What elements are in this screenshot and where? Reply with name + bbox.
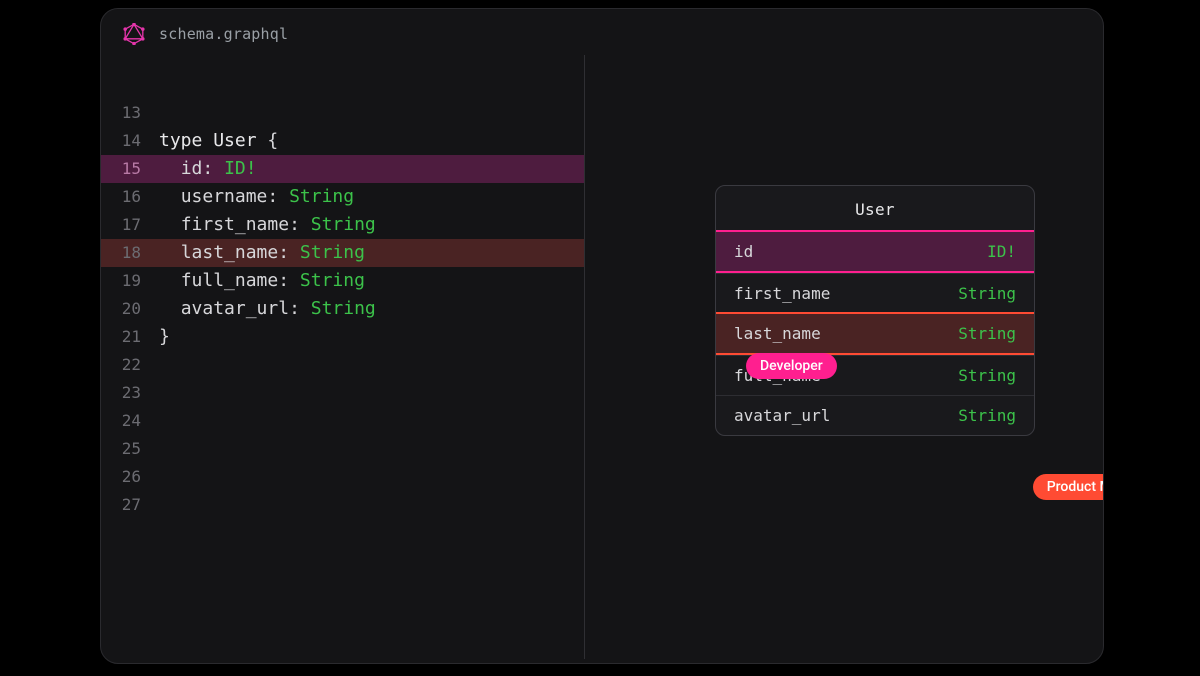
code-line[interactable]: 18 last_name: String <box>101 239 584 267</box>
line-number: 16 <box>101 183 159 211</box>
schema-field-type: String <box>958 406 1016 425</box>
code-line[interactable]: 16 username: String <box>101 183 584 211</box>
schema-field-row[interactable]: avatar_url String <box>716 395 1034 435</box>
cursor-badge-product-manager: Product Manager <box>1033 474 1104 500</box>
schema-card: Developer Product Manager User idID!firs… <box>715 185 1035 436</box>
line-number: 22 <box>101 351 159 379</box>
schema-field-name: first_name <box>734 284 830 303</box>
schema-field-name: last_name <box>734 324 821 343</box>
line-number: 18 <box>101 239 159 267</box>
line-number: 25 <box>101 435 159 463</box>
code-content[interactable]: last_name: String <box>159 239 365 267</box>
code-content[interactable]: first_name: String <box>159 211 376 239</box>
code-line[interactable]: 27 <box>101 491 584 519</box>
file-name: schema.graphql <box>159 25 288 43</box>
editor-window: schema.graphql 1314type User {15 id: ID!… <box>100 8 1104 664</box>
preview-pane: Developer Product Manager User id ID! firs… <box>585 55 1103 659</box>
code-line[interactable]: 14type User { <box>101 127 584 155</box>
code-line[interactable]: 24 <box>101 407 584 435</box>
code-content[interactable]: full_name: String <box>159 267 365 295</box>
code-line[interactable]: 22 <box>101 351 584 379</box>
line-number: 15 <box>101 155 159 183</box>
code-line[interactable]: 21} <box>101 323 584 351</box>
schema-field-type: ID! <box>987 242 1016 261</box>
code-content[interactable]: username: String <box>159 183 354 211</box>
line-number: 26 <box>101 463 159 491</box>
line-number: 17 <box>101 211 159 239</box>
code-content[interactable]: avatar_url: String <box>159 295 376 323</box>
line-number: 23 <box>101 379 159 407</box>
titlebar: schema.graphql <box>101 9 1103 55</box>
schema-field-row[interactable]: first_name String <box>716 273 1034 313</box>
line-number: 20 <box>101 295 159 323</box>
schema-field-row[interactable]: id ID! <box>716 230 1034 273</box>
code-line[interactable]: 25 <box>101 435 584 463</box>
schema-field-name: id <box>734 242 753 261</box>
schema-card-title: User <box>716 186 1034 231</box>
code-line[interactable]: 13 <box>101 99 584 127</box>
schema-field-row[interactable]: last_name String <box>716 312 1034 355</box>
code-line[interactable]: 20 avatar_url: String <box>101 295 584 323</box>
code-line[interactable]: 17 first_name: String <box>101 211 584 239</box>
line-number: 13 <box>101 99 159 127</box>
code-editor[interactable]: 1314type User {15 id: ID!16 username: St… <box>101 99 584 519</box>
schema-field-name: avatar_url <box>734 406 830 425</box>
graphql-icon <box>123 23 145 45</box>
line-number: 27 <box>101 491 159 519</box>
line-number: 14 <box>101 127 159 155</box>
code-content[interactable]: id: ID! <box>159 155 257 183</box>
schema-field-type: String <box>958 366 1016 385</box>
code-line[interactable]: 15 id: ID! <box>101 155 584 183</box>
code-line[interactable]: 26 <box>101 463 584 491</box>
line-number: 24 <box>101 407 159 435</box>
line-number: 19 <box>101 267 159 295</box>
code-content[interactable]: } <box>159 323 170 351</box>
code-content[interactable]: type User { <box>159 127 278 155</box>
split-view: 1314type User {15 id: ID!16 username: St… <box>101 55 1103 659</box>
schema-field-type: String <box>958 284 1016 303</box>
code-line[interactable]: 23 <box>101 379 584 407</box>
code-line[interactable]: 19 full_name: String <box>101 267 584 295</box>
schema-field-type: String <box>958 324 1016 343</box>
cursor-badge-developer: Developer <box>746 353 837 379</box>
line-number: 21 <box>101 323 159 351</box>
code-pane[interactable]: 1314type User {15 id: ID!16 username: St… <box>101 55 585 659</box>
